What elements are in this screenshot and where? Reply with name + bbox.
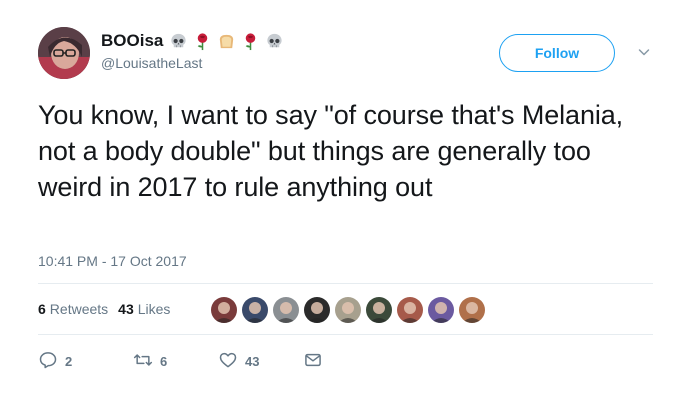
reply-count: 2 — [65, 354, 73, 369]
rose-icon — [241, 32, 260, 51]
liker-avatar[interactable] — [366, 297, 392, 323]
envelope-icon — [303, 350, 323, 373]
tweet-stats: 6 Retweets 43 Likes — [38, 301, 180, 317]
liker-avatar[interactable] — [211, 297, 237, 323]
liker-avatar[interactable] — [304, 297, 330, 323]
like-action[interactable]: 43 — [218, 350, 259, 373]
liker-avatar[interactable] — [242, 297, 268, 323]
reply-icon — [38, 350, 58, 373]
author-display-name[interactable]: BOOisa — [101, 31, 163, 51]
retweets-label: Retweets — [49, 301, 109, 317]
follow-button[interactable]: Follow — [499, 34, 615, 72]
chevron-down-icon[interactable] — [637, 45, 651, 59]
divider-bottom — [38, 334, 653, 335]
like-count: 43 — [245, 354, 260, 369]
liker-avatars — [211, 297, 485, 323]
retweet-action[interactable]: 6 — [133, 350, 167, 373]
divider-top — [38, 283, 653, 284]
message-action[interactable] — [303, 350, 323, 373]
retweets-stat[interactable]: 6 Retweets — [38, 301, 108, 317]
likes-count: 43 — [118, 301, 134, 317]
skull-icon — [265, 32, 284, 51]
tweet-text: You know, I want to say "of course that'… — [38, 100, 624, 202]
author-avatar[interactable] — [38, 27, 90, 79]
skull-icon — [169, 32, 188, 51]
author-handle[interactable]: @LouisatheLast — [101, 55, 202, 71]
rose-icon — [193, 32, 212, 51]
liker-avatar[interactable] — [335, 297, 361, 323]
liker-avatar[interactable] — [428, 297, 454, 323]
reply-action[interactable]: 2 — [38, 350, 72, 373]
likes-label: Likes — [137, 301, 171, 317]
retweet-icon — [133, 350, 153, 373]
liker-avatar[interactable] — [397, 297, 423, 323]
author-name-row: BOOisa — [101, 30, 284, 52]
bread-icon — [217, 32, 236, 51]
retweet-count: 6 — [160, 354, 168, 369]
liker-avatar[interactable] — [459, 297, 485, 323]
tweet-timestamp[interactable]: 10:41 PM - 17 Oct 2017 — [38, 253, 187, 269]
likes-stat[interactable]: 43 Likes — [118, 301, 170, 317]
liker-avatar[interactable] — [273, 297, 299, 323]
name-emoji-row — [169, 32, 284, 51]
retweets-count: 6 — [38, 301, 46, 317]
heart-icon — [218, 350, 238, 373]
